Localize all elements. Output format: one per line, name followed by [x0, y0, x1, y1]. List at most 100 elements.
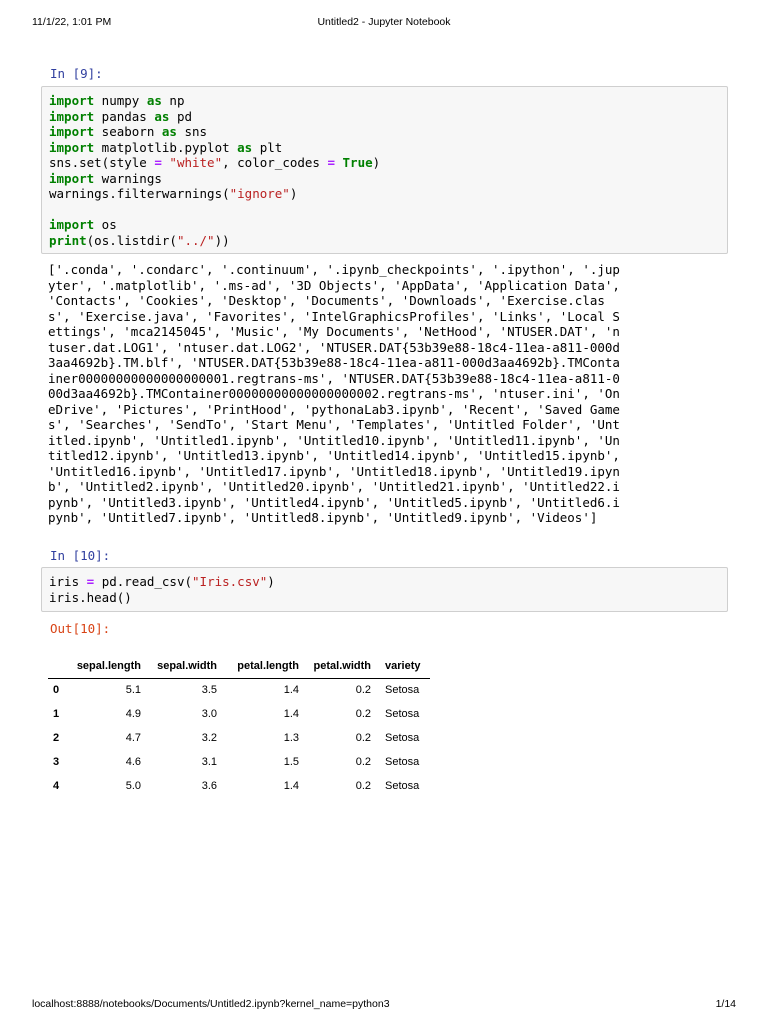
print-title: Untitled2 - Jupyter Notebook	[317, 16, 451, 28]
row-index: 3	[53, 756, 60, 768]
code-line: import pandas as pd	[49, 108, 193, 124]
output-line: 'Untitled16.ipynb', 'Untitled17.ipynb', …	[48, 463, 620, 479]
print-url: localhost:8888/notebooks/Documents/Untit…	[32, 998, 390, 1010]
output-line: eDrive', 'Pictures', 'PrintHood', 'pytho…	[48, 401, 620, 417]
code-line: warnings.filterwarnings("ignore")	[49, 186, 298, 201]
output-line: ettings', 'mca2145045', 'Music', 'My Doc…	[48, 324, 620, 339]
table-cell: 4.7	[125, 732, 141, 744]
table-row: 0 5.1 3.5 1.4 0.2 Setosa	[48, 678, 430, 702]
code-string: "Iris.csv"	[192, 574, 268, 589]
code-line: import os	[49, 217, 117, 232]
dataframe-output: sepal.length sepal.width petal.length pe…	[48, 660, 430, 798]
print-header: 11/1/22, 1:01 PM Untitled2 - Jupyter Not…	[32, 16, 736, 30]
code-keyword: import	[49, 139, 95, 155]
row-index: 2	[53, 732, 60, 744]
table-header-row: sepal.length sepal.width petal.length pe…	[48, 660, 430, 679]
table-cell: Setosa	[385, 756, 420, 768]
table-row: 2 4.7 3.2 1.3 0.2 Setosa	[48, 726, 430, 750]
code-line: iris.head()	[49, 589, 132, 605]
table-cell: 4.6	[125, 756, 141, 768]
output-line: titled12.ipynb', 'Untitled13.ipynb', 'Un…	[48, 448, 620, 463]
table-cell: 1.3	[283, 732, 299, 744]
table-cell: Setosa	[385, 732, 420, 744]
code-string: "white"	[169, 155, 223, 170]
cell-10-prompt: In [10]:	[50, 548, 111, 563]
code-string: "ignore"	[229, 186, 290, 201]
code-line: import matplotlib.pyplot as plt	[49, 139, 283, 155]
table-cell: 0.2	[355, 708, 371, 720]
row-index: 0	[53, 684, 60, 697]
cell-10-code: iris = pd.read_csv("Iris.csv") iris.head(…	[49, 574, 720, 605]
table-cell: 1.5	[283, 756, 299, 768]
table-cell: 0.2	[355, 732, 371, 744]
table-cell: 1.4	[283, 708, 299, 720]
code-keyword: import	[49, 217, 95, 232]
cell-10-out-prompt: Out[10]:	[50, 621, 111, 636]
code-keyword: as	[154, 108, 170, 124]
table-cell: 4.9	[125, 708, 141, 720]
column-header: petal.length	[224, 660, 306, 679]
code-operator: =	[86, 574, 95, 589]
output-line: 00d3aa4692b}.TMContainer0000000000000000…	[48, 386, 620, 401]
table-row: 1 4.9 3.0 1.4 0.2 Setosa	[48, 702, 430, 726]
output-line: tuser.dat.LOG1', 'ntuser.dat.LOG2', 'NTU…	[48, 339, 620, 355]
output-line: iner00000000000000000001.regtrans-ms', '…	[48, 370, 620, 386]
column-header: sepal.width	[148, 660, 224, 679]
column-header	[48, 660, 68, 679]
output-line: yter', '.matplotlib', '.ms-ad', '3D Obje…	[48, 277, 620, 293]
output-line: s', 'Searches', 'SendTo', 'Start Menu', …	[48, 417, 620, 432]
table-cell: Setosa	[385, 780, 420, 792]
table-cell: 3.0	[201, 708, 217, 720]
output-line: 3aa4692b}.TM.blf', 'NTUSER.DAT{53b39e88-…	[48, 355, 620, 370]
column-header: sepal.length	[68, 660, 148, 679]
column-header: variety	[378, 660, 430, 679]
row-index: 1	[53, 708, 60, 720]
table-cell: 0.2	[355, 756, 371, 768]
code-operator: =	[327, 155, 335, 170]
code-keyword: True	[342, 155, 373, 170]
output-line: b', 'Untitled2.ipynb', 'Untitled20.ipynb…	[48, 479, 620, 494]
code-keyword: as	[146, 93, 162, 108]
table-cell: 1.4	[283, 780, 299, 792]
print-page-number: 1/14	[715, 998, 736, 1010]
code-line: import seaborn as sns	[49, 124, 208, 139]
code-keyword: import	[49, 124, 95, 139]
table-cell: 3.1	[201, 756, 217, 768]
output-line: pynb', 'Untitled3.ipynb', 'Untitled4.ipy…	[48, 494, 620, 510]
column-header: petal.width	[306, 660, 378, 679]
code-line: sns.set(style = "white", color_codes = T…	[49, 155, 381, 170]
table-row: 3 4.6 3.1 1.5 0.2 Setosa	[48, 750, 430, 774]
cell-10-code-editor[interactable]: iris = pd.read_csv("Iris.csv") iris.head(…	[41, 567, 728, 612]
code-keyword: as	[237, 139, 253, 155]
table-cell: 3.5	[201, 684, 217, 697]
output-line: pynb', 'Untitled7.ipynb', 'Untitled8.ipy…	[48, 510, 598, 525]
iris-head-table: sepal.length sepal.width petal.length pe…	[48, 660, 430, 798]
table-cell: 5.1	[125, 684, 141, 697]
table-cell: 5.0	[125, 780, 141, 792]
table-cell: Setosa	[385, 684, 420, 697]
code-operator: =	[154, 155, 162, 170]
table-cell: 3.6	[201, 780, 217, 792]
code-line: import warnings	[49, 170, 162, 186]
table-row: 4 5.0 3.6 1.4 0.2 Setosa	[48, 774, 430, 798]
row-index: 4	[53, 780, 60, 792]
code-keyword: import	[49, 170, 95, 186]
code-string: "../"	[176, 232, 215, 248]
table-cell: Setosa	[385, 708, 420, 720]
table-cell: 0.2	[355, 684, 371, 697]
output-line: s', 'Exercise.java', 'Favorites', 'Intel…	[48, 308, 620, 324]
code-line: iris = pd.read_csv("Iris.csv")	[49, 574, 275, 589]
cell-9-code-editor[interactable]: import numpy as np import pandas as pd imp…	[41, 86, 728, 254]
table-cell: 1.4	[283, 684, 299, 697]
code-keyword: import	[49, 108, 95, 124]
print-footer: localhost:8888/notebooks/Documents/Untit…	[32, 998, 736, 1012]
cell-9-output: ['.conda', '.condarc', '.continuum', '.i…	[48, 262, 728, 526]
table-cell: 0.2	[355, 780, 371, 792]
output-line: 'Contacts', 'Cookies', 'Desktop', 'Docum…	[48, 293, 605, 308]
output-line: itled.ipynb', 'Untitled1.ipynb', 'Untitl…	[48, 432, 620, 448]
cell-9-code: import numpy as np import pandas as pd imp…	[49, 93, 720, 248]
code-line: import numpy as np	[49, 93, 185, 108]
output-line: ['.conda', '.condarc', '.continuum', '.i…	[48, 262, 620, 277]
cell-9-prompt: In [9]:	[50, 66, 103, 81]
